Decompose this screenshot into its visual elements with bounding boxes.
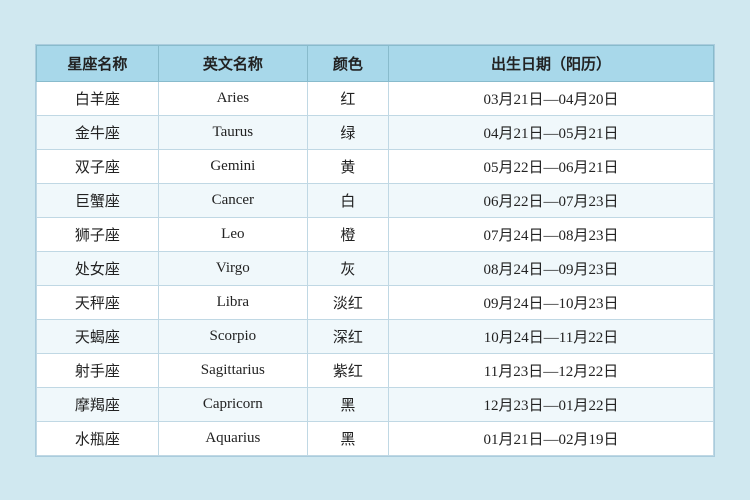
- cell-date: 08月24日—09月23日: [389, 251, 714, 285]
- table-row: 白羊座Aries红03月21日—04月20日: [37, 81, 714, 115]
- cell-date: 06月22日—07月23日: [389, 183, 714, 217]
- cell-color: 黑: [307, 387, 388, 421]
- cell-color: 灰: [307, 251, 388, 285]
- cell-en: Virgo: [158, 251, 307, 285]
- cell-color: 红: [307, 81, 388, 115]
- cell-date: 01月21日—02月19日: [389, 421, 714, 455]
- cell-cn: 天秤座: [37, 285, 159, 319]
- cell-en: Sagittarius: [158, 353, 307, 387]
- cell-color: 绿: [307, 115, 388, 149]
- table-row: 处女座Virgo灰08月24日—09月23日: [37, 251, 714, 285]
- cell-en: Aries: [158, 81, 307, 115]
- cell-cn: 水瓶座: [37, 421, 159, 455]
- cell-color: 黄: [307, 149, 388, 183]
- table-row: 天蝎座Scorpio深红10月24日—11月22日: [37, 319, 714, 353]
- cell-en: Cancer: [158, 183, 307, 217]
- zodiac-table-wrapper: 星座名称 英文名称 颜色 出生日期（阳历） 白羊座Aries红03月21日—04…: [35, 44, 715, 457]
- table-header-row: 星座名称 英文名称 颜色 出生日期（阳历）: [37, 45, 714, 81]
- table-row: 巨蟹座Cancer白06月22日—07月23日: [37, 183, 714, 217]
- cell-cn: 处女座: [37, 251, 159, 285]
- header-color: 颜色: [307, 45, 388, 81]
- table-row: 水瓶座Aquarius黑01月21日—02月19日: [37, 421, 714, 455]
- table-row: 金牛座Taurus绿04月21日—05月21日: [37, 115, 714, 149]
- cell-cn: 白羊座: [37, 81, 159, 115]
- header-date: 出生日期（阳历）: [389, 45, 714, 81]
- cell-en: Scorpio: [158, 319, 307, 353]
- cell-color: 黑: [307, 421, 388, 455]
- cell-en: Capricorn: [158, 387, 307, 421]
- cell-color: 紫红: [307, 353, 388, 387]
- cell-cn: 狮子座: [37, 217, 159, 251]
- table-row: 狮子座Leo橙07月24日—08月23日: [37, 217, 714, 251]
- cell-date: 11月23日—12月22日: [389, 353, 714, 387]
- cell-cn: 金牛座: [37, 115, 159, 149]
- cell-date: 12月23日—01月22日: [389, 387, 714, 421]
- cell-color: 橙: [307, 217, 388, 251]
- cell-cn: 巨蟹座: [37, 183, 159, 217]
- cell-en: Gemini: [158, 149, 307, 183]
- cell-date: 09月24日—10月23日: [389, 285, 714, 319]
- header-en: 英文名称: [158, 45, 307, 81]
- cell-color: 深红: [307, 319, 388, 353]
- header-cn: 星座名称: [37, 45, 159, 81]
- cell-cn: 摩羯座: [37, 387, 159, 421]
- cell-en: Libra: [158, 285, 307, 319]
- cell-en: Taurus: [158, 115, 307, 149]
- cell-en: Aquarius: [158, 421, 307, 455]
- table-body: 白羊座Aries红03月21日—04月20日金牛座Taurus绿04月21日—0…: [37, 81, 714, 455]
- cell-date: 07月24日—08月23日: [389, 217, 714, 251]
- cell-date: 03月21日—04月20日: [389, 81, 714, 115]
- cell-en: Leo: [158, 217, 307, 251]
- table-row: 射手座Sagittarius紫红11月23日—12月22日: [37, 353, 714, 387]
- cell-date: 05月22日—06月21日: [389, 149, 714, 183]
- cell-cn: 射手座: [37, 353, 159, 387]
- cell-date: 04月21日—05月21日: [389, 115, 714, 149]
- table-row: 双子座Gemini黄05月22日—06月21日: [37, 149, 714, 183]
- cell-color: 淡红: [307, 285, 388, 319]
- cell-date: 10月24日—11月22日: [389, 319, 714, 353]
- cell-cn: 双子座: [37, 149, 159, 183]
- table-row: 天秤座Libra淡红09月24日—10月23日: [37, 285, 714, 319]
- zodiac-table: 星座名称 英文名称 颜色 出生日期（阳历） 白羊座Aries红03月21日—04…: [36, 45, 714, 456]
- cell-cn: 天蝎座: [37, 319, 159, 353]
- cell-color: 白: [307, 183, 388, 217]
- table-row: 摩羯座Capricorn黑12月23日—01月22日: [37, 387, 714, 421]
